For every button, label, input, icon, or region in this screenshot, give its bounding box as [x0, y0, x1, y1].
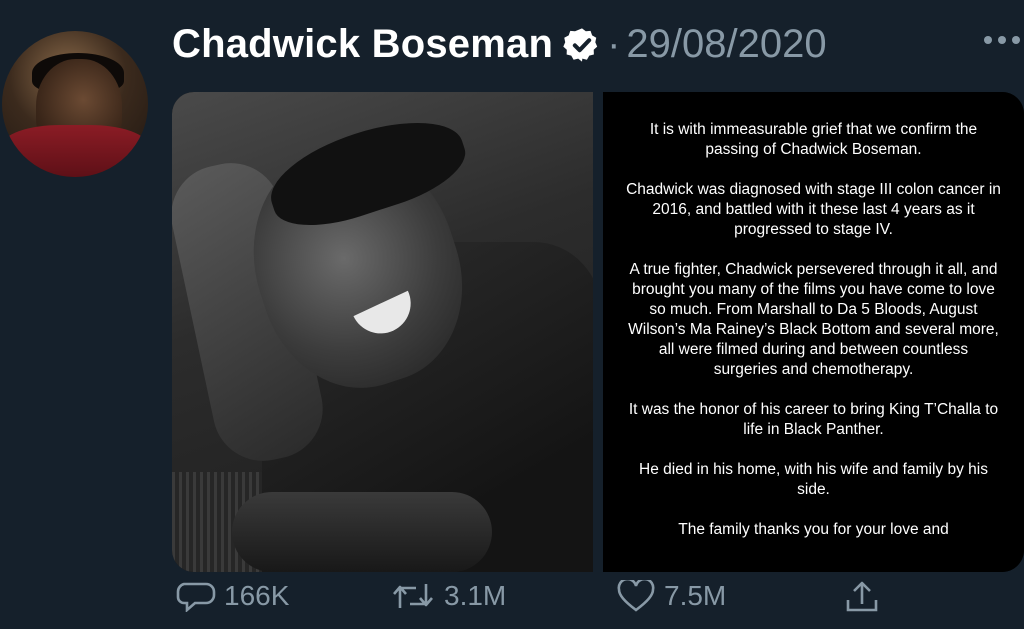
tweet-header: Chadwick Boseman · 29/08/2020: [172, 22, 827, 67]
like-button[interactable]: 7.5M: [616, 580, 726, 612]
more-dot: [1012, 36, 1020, 44]
heart-icon: [617, 580, 655, 612]
tweet-date[interactable]: 29/08/2020: [626, 22, 826, 67]
retweet-button[interactable]: 3.1M: [390, 580, 506, 612]
statement-image[interactable]: It is with immeasurable grief that we co…: [603, 92, 1024, 572]
tweet-media[interactable]: It is with immeasurable grief that we co…: [172, 92, 1024, 572]
statement-paragraph: The family thanks you for your love and: [678, 521, 949, 538]
author-name[interactable]: Chadwick Boseman: [172, 22, 553, 67]
more-dot: [998, 36, 1006, 44]
like-count: 7.5M: [664, 580, 727, 611]
avatar-jacket: [2, 125, 148, 177]
media-divider: [593, 92, 603, 572]
reply-count: 166K: [224, 580, 290, 611]
statement-paragraph: It is with immeasurable grief that we co…: [649, 121, 978, 158]
retweet-count: 3.1M: [444, 580, 507, 611]
verified-badge-icon: [563, 27, 598, 62]
share-icon: [846, 581, 878, 612]
statement-paragraph: A true fighter, Chadwick persevered thro…: [628, 261, 999, 378]
more-dot: [984, 36, 992, 44]
more-options-icon[interactable]: [984, 36, 1020, 44]
tweet-separator: ·: [607, 22, 621, 66]
statement-paragraph: It was the honor of his career to bring …: [628, 401, 999, 438]
author-avatar[interactable]: [2, 31, 148, 177]
share-button[interactable]: [842, 580, 890, 612]
statement-paragraph: Chadwick was diagnosed with stage III co…: [626, 181, 1001, 238]
statement-paragraph: He died in his home, with his wife and f…: [639, 461, 988, 498]
retweet-icon: [393, 584, 433, 608]
reply-icon: [176, 582, 216, 612]
portrait-photo[interactable]: [172, 92, 593, 572]
reply-button[interactable]: 166K: [176, 580, 289, 612]
photo-forearm: [232, 492, 492, 572]
